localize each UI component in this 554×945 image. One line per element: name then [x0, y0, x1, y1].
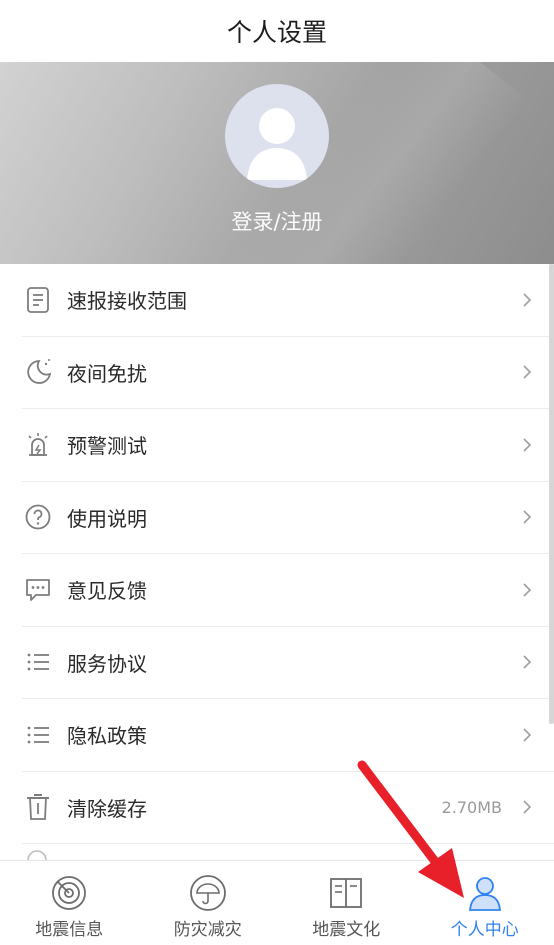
chevron-right-icon: [518, 653, 536, 671]
document-icon: [22, 284, 54, 316]
menu-item-label: 服务协议: [67, 648, 147, 677]
chevron-right-icon: [518, 363, 536, 381]
avatar[interactable]: [225, 84, 329, 188]
menu-item-label: 预警测试: [67, 430, 147, 459]
umbrella-icon: [188, 873, 228, 913]
alarm-icon: [22, 429, 54, 461]
feedback-icon: [22, 574, 54, 606]
scrollbar[interactable]: [549, 264, 554, 724]
question-icon: [22, 501, 54, 533]
menu-item-alert-test[interactable]: 预警测试: [22, 409, 554, 482]
menu-item-night-mode[interactable]: 夜间免扰: [22, 337, 554, 410]
page-header: 个人设置: [0, 0, 554, 62]
menu-item-label: 使用说明: [67, 503, 147, 532]
chevron-right-icon: [518, 508, 536, 526]
chevron-right-icon: [518, 291, 536, 309]
menu-item-label: 隐私政策: [67, 720, 147, 749]
menu-item-service-agreement[interactable]: 服务协议: [22, 627, 554, 700]
menu-item-privacy-policy[interactable]: 隐私政策: [22, 699, 554, 772]
annotation-arrow: [352, 760, 472, 900]
menu-item-label: 清除缓存: [67, 793, 147, 822]
list-icon: [22, 646, 54, 678]
chevron-right-icon: [518, 436, 536, 454]
chevron-right-icon: [518, 726, 536, 744]
radar-icon: [49, 873, 89, 913]
menu-item-label: 意见反馈: [67, 575, 147, 604]
profile-banner: 登录/注册: [0, 62, 554, 264]
tab-label: 地震文化: [312, 915, 380, 940]
page-title: 个人设置: [227, 13, 327, 49]
tab-earthquake-info[interactable]: 地震信息: [0, 861, 139, 945]
menu-item-clear-cache[interactable]: 清除缓存 2.70MB: [22, 772, 554, 845]
default-avatar-icon: [225, 84, 329, 188]
tab-disaster-prevention[interactable]: 防灾减灾: [139, 861, 278, 945]
list-icon: [22, 719, 54, 751]
menu-item-label: 速报接收范围: [67, 285, 187, 314]
chevron-right-icon: [518, 581, 536, 599]
tab-label: 地震信息: [35, 915, 103, 940]
moon-icon: [22, 356, 54, 388]
tab-label: 个人中心: [451, 915, 519, 940]
menu-item-label: 夜间免扰: [67, 358, 147, 387]
partial-item-icon: [22, 836, 52, 860]
tab-label: 防灾减灾: [174, 915, 242, 940]
trash-icon: [22, 791, 54, 823]
chevron-right-icon: [518, 798, 536, 816]
menu-item-feedback[interactable]: 意见反馈: [22, 554, 554, 627]
menu-item-instructions[interactable]: 使用说明: [22, 482, 554, 555]
login-register-link[interactable]: 登录/注册: [0, 206, 554, 236]
settings-list: 速报接收范围 夜间免扰 预警测试 使用说明 意见反馈: [0, 264, 554, 844]
menu-item-report-range[interactable]: 速报接收范围: [22, 264, 554, 337]
